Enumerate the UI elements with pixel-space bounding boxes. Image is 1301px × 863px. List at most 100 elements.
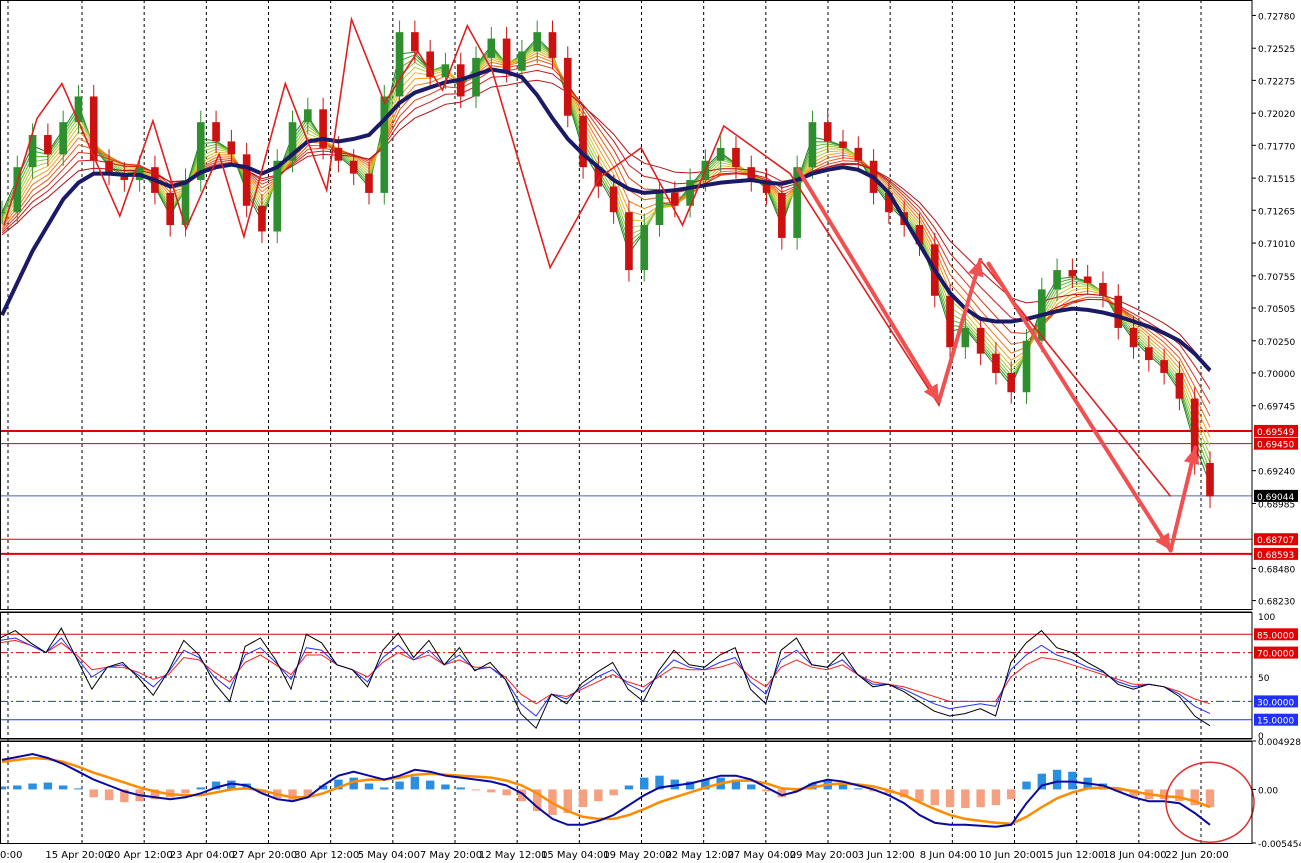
price-level-lines <box>0 429 1252 555</box>
macd-panel <box>0 752 1255 843</box>
candle-body <box>1145 347 1153 361</box>
candle-body <box>854 147 863 161</box>
price-axis-tick-label: 0.68480 <box>1258 565 1295 575</box>
candle-body <box>1083 276 1092 283</box>
time-axis-tick-label: 5 May 04:00 <box>358 850 420 861</box>
time-axis-tick-label: 10 Jun 20:00 <box>979 850 1043 861</box>
ma-ribbon-line <box>1 39 1211 478</box>
macd-histogram-bar <box>640 777 649 790</box>
candle-body <box>732 147 740 168</box>
candle-body <box>1175 372 1184 399</box>
candle-body <box>166 192 175 226</box>
candle-body <box>304 109 312 123</box>
candle-body <box>1129 327 1138 348</box>
candle-body <box>1114 295 1123 328</box>
time-axis: 15 Apr 20:0020 Apr 12:0023 Apr 04:0027 A… <box>0 850 1229 861</box>
price-axis-tick-label: 0.68985 <box>1258 500 1295 510</box>
price-axis-tick-label: 0.68230 <box>1258 598 1295 608</box>
price-axis-tick-label: 0.69240 <box>1258 468 1295 478</box>
macd-axis-tick-label: -0.0054543 <box>1258 840 1301 850</box>
price-axis: 0.695490.694500.687070.685930.690440.727… <box>1252 12 1301 850</box>
macd-histogram-bar <box>991 789 1001 806</box>
macd-histogram-bar <box>838 784 848 790</box>
candle-body <box>395 32 404 97</box>
price-axis-tick-label: 0.70755 <box>1258 273 1295 283</box>
panel-frames <box>0 0 1253 844</box>
price-axis-tick-label: 0.72780 <box>1258 12 1295 22</box>
macd-histogram-bar <box>1037 773 1047 790</box>
time-axis-tick-label: 0:00 <box>0 850 22 861</box>
candlesticks <box>0 20 1214 508</box>
macd-histogram-bar <box>624 785 634 790</box>
trend-arrow-shaft <box>986 261 1173 553</box>
price-axis-tick-label: 0.70000 <box>1258 370 1295 380</box>
candle-body <box>258 205 266 232</box>
macd-histogram-bar <box>976 789 985 808</box>
macd-histogram-bar <box>594 789 603 802</box>
candle-body <box>839 141 847 148</box>
price-axis-tick-label: 0.72020 <box>1258 110 1295 120</box>
macd-histogram-bar <box>89 789 98 798</box>
macd-histogram-bar <box>1068 771 1077 790</box>
candle-body <box>548 32 557 58</box>
time-axis-tick-label: 15 Apr 20:00 <box>45 850 110 861</box>
candle-body <box>1160 360 1168 373</box>
macd-histogram-bar <box>364 783 374 790</box>
price-level-label: 0.69549 <box>1257 428 1294 438</box>
candle-body <box>716 147 725 161</box>
macd-histogram-bar <box>502 789 511 796</box>
time-axis-tick-label: 27 Apr 20:00 <box>232 850 297 861</box>
macd-histogram-bar <box>74 788 83 790</box>
time-axis-tick-label: 29 May 20:00 <box>790 850 859 861</box>
price-axis-tick-label: 0.70505 <box>1258 305 1295 315</box>
price-axis-tick-label: 0.71770 <box>1258 142 1295 152</box>
price-axis-tick-label: 0.71515 <box>1258 175 1295 185</box>
stochastic-level-label: 85.0000 <box>1257 631 1294 641</box>
candle-body <box>319 109 327 148</box>
candle-body <box>533 32 542 52</box>
macd-histogram-bar <box>28 783 37 790</box>
candle-body <box>59 122 67 155</box>
trend-arrow-shaft <box>796 167 941 404</box>
time-axis-tick-label: 12 May 12:00 <box>479 850 548 861</box>
macd-histogram-bar <box>578 789 588 808</box>
time-axis-tick-label: 27 May 04:00 <box>728 850 797 861</box>
macd-histogram-bar <box>945 789 955 808</box>
zigzag-line <box>3 16 1172 497</box>
macd-histogram-bar <box>380 787 389 790</box>
price-axis-tick-label: 0.71265 <box>1258 207 1295 217</box>
time-axis-tick-label: 19 May 20:00 <box>603 850 672 861</box>
macd-histogram-bar <box>410 776 420 790</box>
time-axis-tick-label: 3 Jun 12:00 <box>858 850 915 861</box>
candle-body <box>212 122 220 142</box>
macd-axis-tick-label: 0.0049282 <box>1258 738 1301 748</box>
macd-axis-tick-label: 0.00 <box>1258 786 1278 796</box>
stochastic-panel <box>0 627 1252 730</box>
candle-body <box>518 51 526 71</box>
stochastic-level-label: 30.0000 <box>1257 698 1294 708</box>
macd-histogram-bar <box>104 789 114 801</box>
ma-ribbon <box>1 37 1211 484</box>
candle-body <box>1099 282 1107 296</box>
macd-histogram-bar <box>43 782 53 790</box>
candle-body <box>609 186 618 213</box>
macd-histogram-bar <box>930 789 939 806</box>
ma-ribbon-line <box>1 42 1211 471</box>
candle-body <box>625 212 633 271</box>
macd-histogram-bar <box>961 789 970 809</box>
candle-body <box>1068 270 1077 277</box>
candle-body <box>946 295 954 348</box>
macd-histogram-bar <box>747 784 756 790</box>
macd-histogram-bar <box>441 784 450 790</box>
candle-body <box>670 192 679 206</box>
time-axis-tick-label: 20 Apr 12:00 <box>108 850 173 861</box>
candle-body <box>1022 340 1031 393</box>
time-axis-tick-label: 8 Jun 04:00 <box>920 850 977 861</box>
macd-histogram-bar <box>425 780 435 790</box>
price-axis-tick-label: 0.69745 <box>1258 403 1295 413</box>
time-axis-tick-label: 7 May 20:00 <box>420 850 482 861</box>
time-axis-tick-label: 18 Jun 04:00 <box>1103 850 1167 861</box>
candle-body <box>227 141 236 155</box>
macd-histogram-bar <box>487 789 496 793</box>
candle-body <box>1053 270 1061 290</box>
